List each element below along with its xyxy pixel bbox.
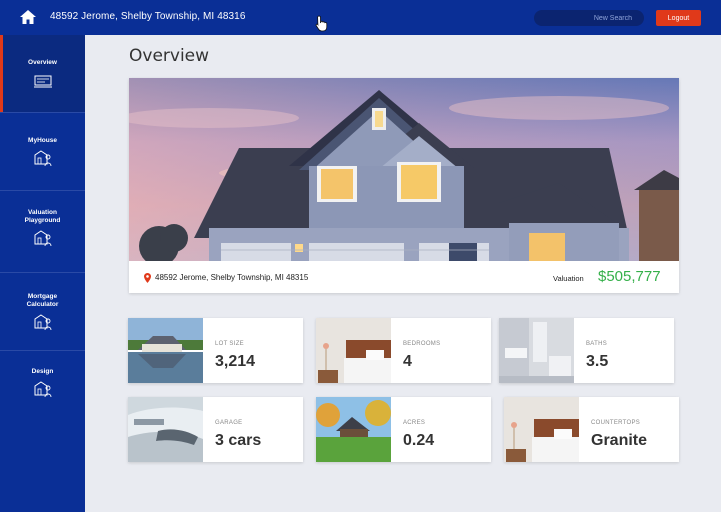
sidebar-item-valuation-playground[interactable]: Valuation Playground (0, 191, 85, 273)
logout-button[interactable]: Logout (656, 10, 701, 26)
page-title: Overview (129, 46, 210, 66)
sidebar: Overview MyHouse Valuation Playground Mo… (0, 35, 85, 512)
yard-house-photo (316, 397, 391, 462)
stat-card-acres[interactable]: ACRES 0.24 (316, 397, 491, 462)
sidebar-item-label: Valuation Playground (24, 209, 61, 224)
sidebar-item-myhouse[interactable]: MyHouse (0, 113, 85, 191)
sidebar-item-design[interactable]: Design (0, 351, 85, 429)
stat-card-bedrooms[interactable]: BEDROOMS 4 (316, 318, 491, 383)
card-value: 0.24 (403, 432, 435, 449)
card-label: BEDROOMS (403, 341, 441, 347)
lake-house-photo (128, 318, 203, 383)
bedroom-photo (504, 397, 579, 462)
house-person-icon (34, 381, 51, 398)
card-value: 4 (403, 353, 412, 370)
card-label: BATHS (586, 341, 608, 347)
stat-card-lot-size[interactable]: LOT SIZE 3,214 (128, 318, 303, 383)
stat-card-garage[interactable]: GARAGE 3 cars (128, 397, 303, 462)
search-input[interactable] (534, 10, 644, 26)
card-value: 3 cars (215, 432, 262, 449)
sidebar-item-overview[interactable]: Overview (0, 35, 85, 113)
house-scan-icon (33, 75, 52, 88)
house-person-icon (34, 150, 51, 167)
card-label: COUNTERTOPS (591, 420, 641, 426)
bedroom-photo (316, 318, 391, 383)
sidebar-item-label: Design (31, 368, 54, 375)
card-label: ACRES (403, 420, 426, 426)
hero-card: 48592 Jerome, Shelby Township, MI 48315 … (129, 78, 679, 293)
house-person-icon (34, 314, 51, 331)
sidebar-item-mortgage-calculator[interactable]: Mortgage Calculator (0, 273, 85, 351)
card-label: LOT SIZE (215, 341, 244, 347)
sidebar-item-label: MyHouse (28, 137, 57, 144)
sidebar-item-label: Mortgage Calculator (26, 293, 59, 308)
card-label: GARAGE (215, 420, 243, 426)
stat-card-baths[interactable]: BATHS 3.5 (499, 318, 674, 383)
top-address: 48592 Jerome, Shelby Township, MI 48316 (50, 11, 246, 22)
home-icon[interactable] (19, 9, 37, 25)
sidebar-item-label: Overview (28, 59, 57, 66)
house-photo (129, 78, 679, 261)
top-bar: 48592 Jerome, Shelby Township, MI 48316 … (0, 0, 721, 35)
car-photo (128, 397, 203, 462)
pointer-cursor-icon (315, 15, 328, 32)
valuation-label: Valuation (553, 274, 584, 283)
bathroom-photo (499, 318, 574, 383)
stat-card-countertops[interactable]: COUNTERTOPS Granite (504, 397, 679, 462)
card-value: Granite (591, 432, 648, 449)
house-person-icon (34, 230, 51, 247)
card-value: 3.5 (586, 353, 609, 370)
hero-address: 48592 Jerome, Shelby Township, MI 48315 (155, 273, 309, 282)
card-value: 3,214 (215, 353, 256, 370)
valuation-value: $505,777 (598, 268, 661, 285)
location-pin-icon (144, 273, 151, 283)
